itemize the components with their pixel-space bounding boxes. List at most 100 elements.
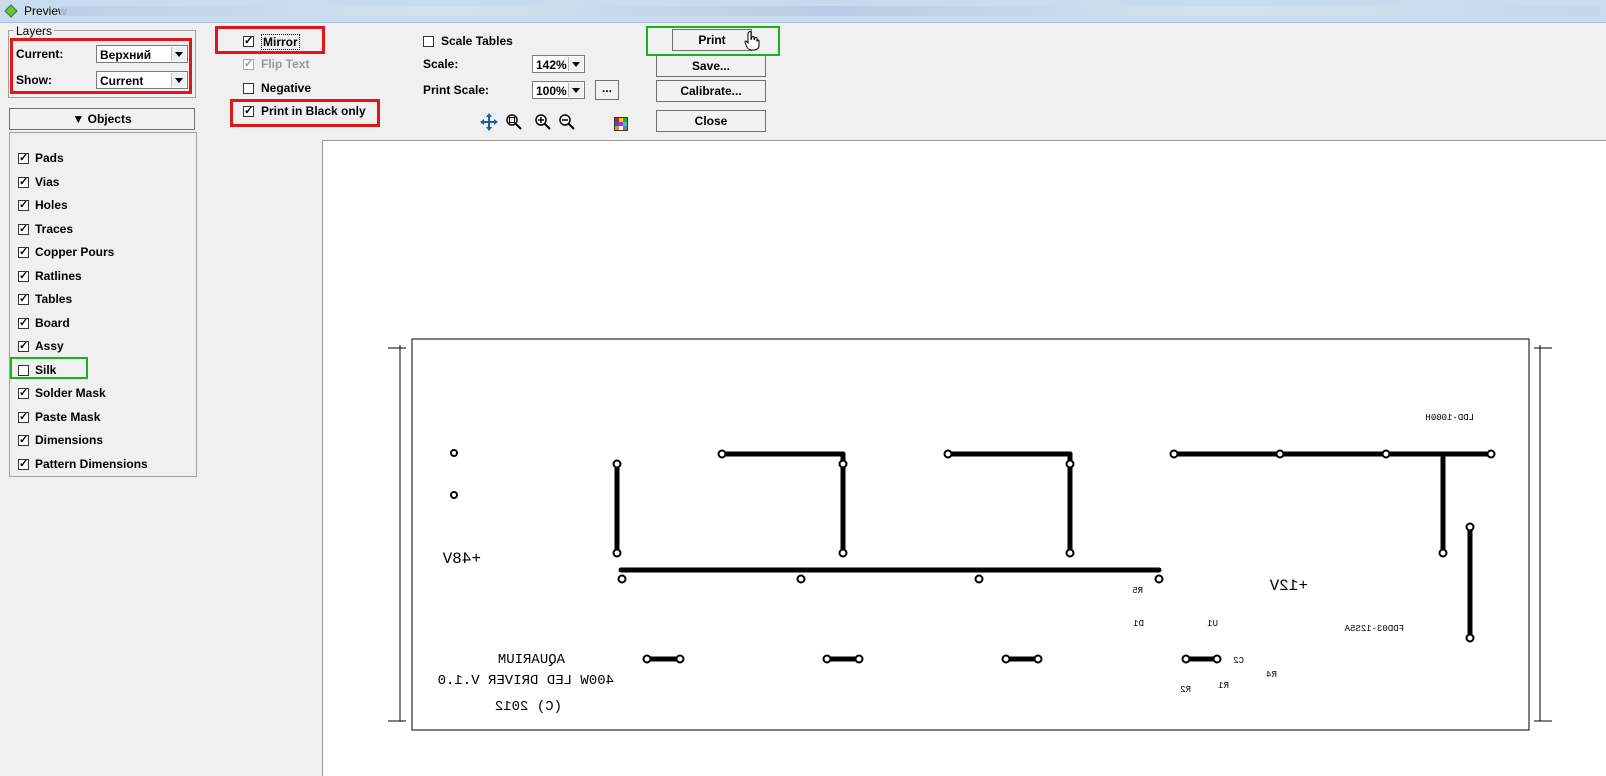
- part-ldd: LDD-1000H: [1425, 413, 1474, 423]
- tables-checkbox[interactable]: [18, 292, 29, 305]
- pad: [1381, 449, 1391, 459]
- current-layer-label: Current:: [16, 47, 64, 61]
- scale-select[interactable]: 142%: [532, 55, 585, 73]
- zoom-fit-icon[interactable]: [505, 113, 523, 131]
- board-title-2: 400W LED DRIVER V.1.0: [438, 673, 614, 689]
- board-title-3: (C) 2012: [495, 699, 562, 715]
- object-label: Dimensions: [35, 433, 104, 447]
- board-checkbox[interactable]: [18, 316, 29, 329]
- close-button[interactable]: Close: [656, 110, 766, 132]
- paste-mask-checkbox[interactable]: [18, 410, 29, 423]
- pad: [1065, 548, 1075, 558]
- pad: [717, 449, 727, 459]
- object-label: Board: [35, 316, 70, 330]
- chevron-down-icon[interactable]: [171, 47, 186, 61]
- pad: [1486, 449, 1496, 459]
- pad: [974, 574, 984, 584]
- solder-mask-checkbox[interactable]: [18, 386, 29, 399]
- label-12v: +12V: [1269, 577, 1308, 595]
- pattern-dimensions-checkbox[interactable]: [18, 457, 29, 470]
- color-palette-icon[interactable]: [614, 117, 628, 131]
- pad: [838, 459, 848, 469]
- pad: [943, 449, 953, 459]
- mirror-checkbox[interactable]: [243, 34, 254, 47]
- traces-checkbox[interactable]: [18, 222, 29, 235]
- silk-highlight: [10, 357, 88, 379]
- object-label: Solder Mask: [35, 386, 106, 400]
- mirror-label[interactable]: Mirror: [261, 34, 300, 50]
- scale-label: Scale:: [423, 57, 459, 71]
- pad: [1065, 459, 1075, 469]
- print-scale-more-button[interactable]: ...: [595, 80, 619, 100]
- calibrate-button[interactable]: Calibrate...: [656, 80, 766, 102]
- print-black-only-label[interactable]: Print in Black only: [261, 104, 366, 118]
- negative-label[interactable]: Negative: [261, 81, 311, 95]
- pad: [612, 459, 622, 469]
- object-label: Tables: [35, 292, 73, 306]
- board-title-1: AQUARIUM: [498, 652, 565, 668]
- ref-r1: R1: [1218, 681, 1229, 691]
- move-icon[interactable]: [479, 112, 499, 132]
- app-icon: [4, 4, 18, 18]
- pad: [822, 654, 832, 664]
- pad: [642, 654, 652, 664]
- scale-tables-label[interactable]: Scale Tables: [441, 34, 513, 48]
- object-label: Vias: [35, 175, 60, 189]
- pad: [612, 548, 622, 558]
- vias-checkbox[interactable]: [18, 175, 29, 188]
- scale-value: 142%: [536, 58, 567, 72]
- pad: [1465, 522, 1475, 532]
- holes-checkbox[interactable]: [18, 198, 29, 211]
- pad: [854, 654, 864, 664]
- flip-text-checkbox[interactable]: [243, 57, 254, 70]
- object-label: Ratlines: [35, 269, 82, 283]
- pad: [1181, 654, 1191, 664]
- chevron-down-icon[interactable]: [568, 83, 583, 97]
- object-label: Copper Pours: [35, 245, 115, 259]
- show-layer-value: Current: [100, 74, 144, 88]
- print-scale-select[interactable]: 100%: [532, 81, 585, 99]
- ref-r5: R5: [1132, 586, 1143, 596]
- object-label: Pads: [35, 151, 64, 165]
- pad: [796, 574, 806, 584]
- ratlines-checkbox[interactable]: [18, 269, 29, 282]
- pad: [450, 491, 458, 499]
- zoom-in-icon[interactable]: [534, 113, 552, 131]
- chevron-down-icon[interactable]: [568, 57, 583, 71]
- chevron-down-icon[interactable]: [171, 73, 186, 87]
- ref-r4: R4: [1266, 670, 1277, 680]
- layers-group-label: Layers: [14, 24, 55, 38]
- save-button[interactable]: Save...: [656, 55, 766, 77]
- assy-checkbox[interactable]: [18, 339, 29, 352]
- show-layer-label: Show:: [16, 73, 52, 87]
- flip-text-label: Flip Text: [261, 57, 310, 71]
- pad: [1212, 654, 1222, 664]
- dimensions-checkbox[interactable]: [18, 433, 29, 446]
- pad: [1275, 449, 1285, 459]
- current-layer-select[interactable]: Верхний: [96, 45, 188, 63]
- objects-toggle-button[interactable]: ▼ Objects: [9, 108, 195, 130]
- negative-checkbox[interactable]: [243, 83, 254, 94]
- ref-u1: U1: [1207, 619, 1218, 629]
- title-bar: Preview: [0, 0, 1606, 23]
- object-label: Paste Mask: [35, 410, 101, 424]
- print-button[interactable]: Print: [672, 29, 752, 51]
- objects-button-label: Objects: [87, 112, 132, 126]
- pad: [1169, 449, 1179, 459]
- pads: [450, 449, 1496, 664]
- pad: [1001, 654, 1011, 664]
- print-black-only-checkbox[interactable]: [243, 104, 254, 117]
- ref-r2: R2: [1180, 685, 1191, 695]
- pads-checkbox[interactable]: [18, 151, 29, 164]
- part-fdd: FDD03-12S5A: [1344, 624, 1404, 634]
- copper-pours-checkbox[interactable]: [18, 245, 29, 258]
- show-layer-select[interactable]: Current: [96, 71, 188, 89]
- scale-tables-checkbox[interactable]: [423, 36, 434, 47]
- pad: [1154, 574, 1164, 584]
- pad: [1033, 654, 1043, 664]
- ref-d1: D1: [1133, 619, 1144, 629]
- object-label: Traces: [35, 222, 74, 236]
- objects-panel: Pads Vias Holes Traces Copper Pours Ratl…: [9, 132, 197, 477]
- pcb-preview: +48V +12V LDD-1000H FDD03-12S5A R5 D1 U1…: [388, 338, 1552, 731]
- zoom-out-icon[interactable]: [558, 113, 576, 131]
